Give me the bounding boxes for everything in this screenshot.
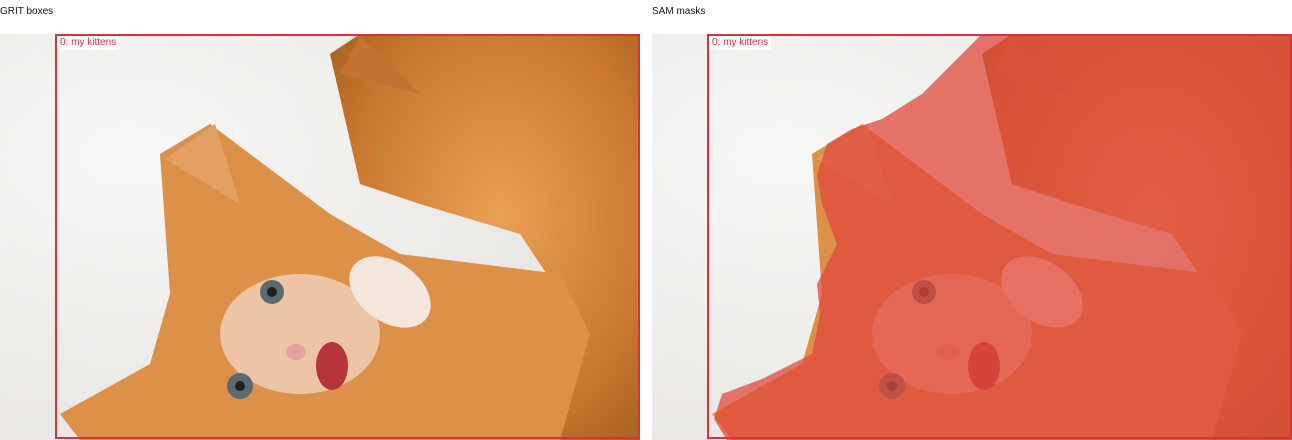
grit-box-label: 0: my kittens [57, 36, 120, 50]
panel-title-grit: GRIT boxes [0, 6, 54, 17]
grit-image-panel: 0: my kittens [0, 34, 640, 440]
sam-bounding-box: 0: my kittens [707, 34, 1292, 439]
sam-box-label: 0: my kittens [709, 36, 772, 50]
panel-title-sam: SAM masks [652, 6, 706, 17]
grit-bounding-box: 0: my kittens [55, 34, 640, 439]
sam-image-panel: 0: my kittens [652, 34, 1292, 440]
